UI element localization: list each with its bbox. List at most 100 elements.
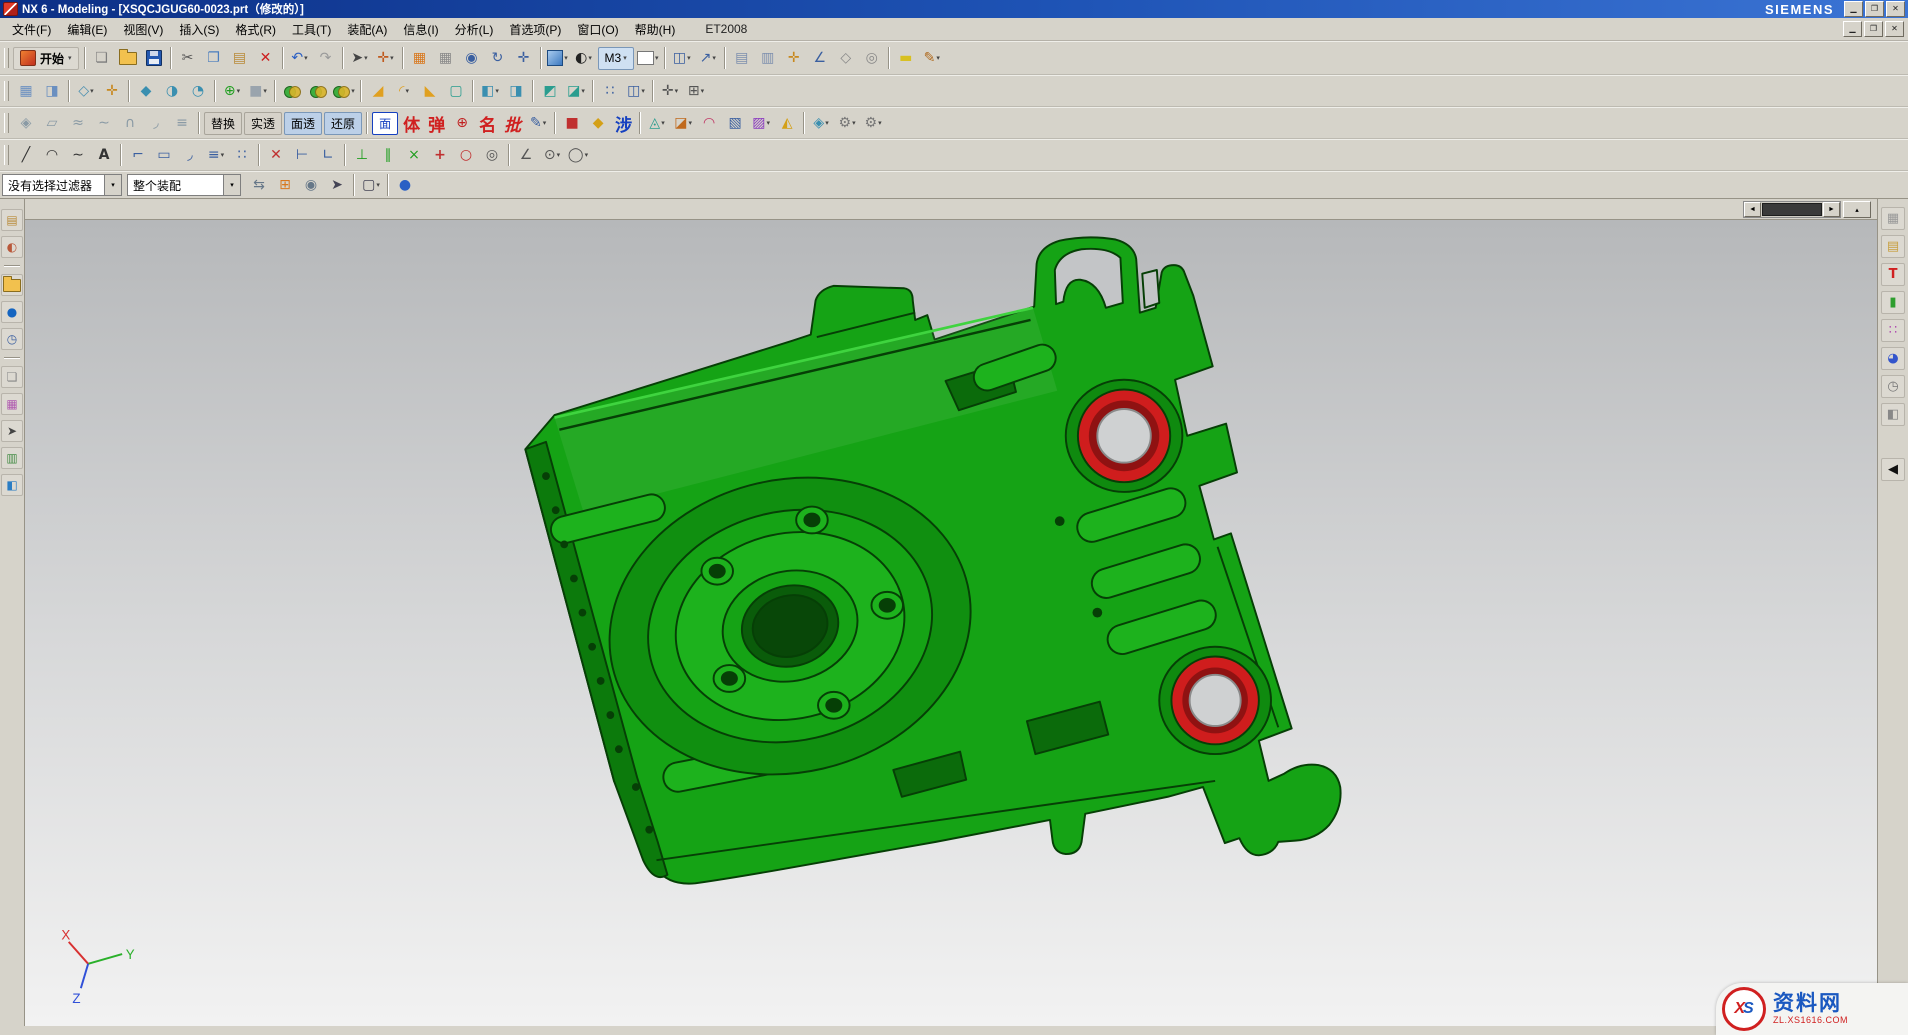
- dropdown-arrow-icon[interactable]: ▾: [405, 88, 409, 95]
- dropdown-arrow-icon[interactable]: ▾: [221, 152, 225, 159]
- dropdown-arrow-icon[interactable]: ▾: [701, 88, 705, 95]
- details-icon[interactable]: ▥: [1, 447, 23, 469]
- offset-curve-icon[interactable]: ≡▾: [203, 142, 229, 168]
- draft-analysis-icon[interactable]: ◭: [774, 110, 800, 136]
- snap-point-icon[interactable]: ✛▾: [373, 45, 399, 71]
- sew-icon[interactable]: ◪▾: [563, 78, 589, 104]
- delete-icon[interactable]: ✕: [253, 45, 279, 71]
- menu-information[interactable]: 信息(I): [395, 19, 446, 40]
- n-sided-surface-icon[interactable]: ∩: [117, 110, 143, 136]
- assembly-clipboard-icon[interactable]: ▤: [1, 209, 23, 231]
- red-hole-bottom[interactable]: [1159, 647, 1271, 754]
- red-block-icon[interactable]: ■: [559, 110, 585, 136]
- menu-preferences[interactable]: 首选项(P): [501, 19, 569, 40]
- scroll-left-icon[interactable]: ◄: [1744, 202, 1761, 217]
- transform-icon[interactable]: ↗▾: [695, 45, 721, 71]
- dropdown-arrow-icon[interactable]: ▾: [263, 88, 267, 95]
- menu-edit[interactable]: 编辑(E): [59, 19, 115, 40]
- angle-dimension-icon[interactable]: ∠: [513, 142, 539, 168]
- spline-icon[interactable]: ∼: [65, 142, 91, 168]
- datum-csys-icon[interactable]: ✛: [99, 78, 125, 104]
- intersection-point-icon[interactable]: ◎: [479, 142, 505, 168]
- dropdown-arrow-icon[interactable]: ▾: [712, 55, 716, 62]
- pattern-grid-icon[interactable]: ⊞▾: [683, 78, 709, 104]
- through-curves-icon[interactable]: ≈: [65, 110, 91, 136]
- dropdown-arrow-icon[interactable]: ▾: [557, 152, 561, 159]
- wcs-dynamic-icon[interactable]: ⊕: [449, 110, 475, 136]
- pattern-feature-icon[interactable]: ∷: [597, 78, 623, 104]
- face-translucent-button[interactable]: 面透: [284, 112, 322, 135]
- toolbar-grip[interactable]: [4, 48, 9, 68]
- red-hole-top[interactable]: [1066, 380, 1183, 492]
- horizontal-scrollbar[interactable]: ◄ ►: [1743, 201, 1841, 218]
- pointer-icon[interactable]: ➤: [1, 420, 23, 442]
- materials-icon[interactable]: ◧: [1, 474, 23, 496]
- scroll-right-icon[interactable]: ►: [1823, 202, 1840, 217]
- menu-window[interactable]: 窗口(O): [569, 19, 626, 40]
- subtract-icon[interactable]: [305, 78, 331, 104]
- object-display-icon[interactable]: ◇: [833, 45, 859, 71]
- maximize-button[interactable]: ❐: [1865, 1, 1884, 17]
- selection-tool-icon[interactable]: ➤▾: [347, 45, 373, 71]
- restore-button[interactable]: 还原: [324, 112, 362, 135]
- history-tab-icon[interactable]: ◷: [1881, 375, 1905, 398]
- part-model[interactable]: [525, 237, 1340, 883]
- solid-translucent-button[interactable]: 实透: [244, 112, 282, 135]
- shaded-view-icon[interactable]: ▾: [545, 45, 571, 71]
- point-icon[interactable]: +: [427, 142, 453, 168]
- dropdown-arrow-icon[interactable]: ▾: [852, 120, 856, 127]
- dropdown-arrow-icon[interactable]: ▾: [304, 55, 308, 62]
- pan-icon[interactable]: ✛: [511, 45, 537, 71]
- redo-icon[interactable]: ↷: [313, 45, 339, 71]
- angle-snap-icon[interactable]: ∠: [807, 45, 833, 71]
- background-swatch[interactable]: ▾: [635, 45, 661, 71]
- curvature-analysis-icon[interactable]: ◠: [696, 110, 722, 136]
- quick-trim-icon[interactable]: ✕: [263, 142, 289, 168]
- dropdown-arrow-icon[interactable]: ▾: [641, 88, 645, 95]
- graphics-window[interactable]: X Y Z: [25, 220, 1877, 1026]
- cut-icon[interactable]: ✂: [175, 45, 201, 71]
- reuse-dot-icon[interactable]: ●: [1, 301, 23, 323]
- toolbar-grip[interactable]: [4, 113, 9, 133]
- dropdown-arrow-icon[interactable]: ▾: [351, 88, 355, 95]
- intersect-icon[interactable]: ▾: [331, 78, 357, 104]
- layer-settings-icon[interactable]: ▤: [729, 45, 755, 71]
- doc-restore-button[interactable]: ❐: [1864, 21, 1883, 37]
- dropdown-arrow-icon[interactable]: ▾: [495, 88, 499, 95]
- part-navigator-tab-icon[interactable]: T: [1881, 263, 1905, 286]
- close-button[interactable]: ✕: [1886, 1, 1905, 17]
- start-button[interactable]: 开始▾: [13, 47, 79, 70]
- replace-button[interactable]: 替换: [204, 112, 242, 135]
- dropdown-arrow-icon[interactable]: ▾: [675, 88, 679, 95]
- ellipse-icon[interactable]: ○: [453, 142, 479, 168]
- rectangle-icon[interactable]: ▭: [151, 142, 177, 168]
- scrollbar-corner[interactable]: ▴: [1843, 201, 1871, 218]
- measure-icon[interactable]: ▬: [893, 45, 919, 71]
- block-icon[interactable]: ■▾: [245, 78, 271, 104]
- selection-scope-combo[interactable]: 整个装配▾: [127, 174, 241, 196]
- rendering-style-icon[interactable]: ◐▾: [571, 45, 597, 71]
- dropdown-arrow-icon[interactable]: ▾: [564, 55, 568, 62]
- chamfer-icon[interactable]: ◣: [417, 78, 443, 104]
- gear-tools-icon[interactable]: ⚙▾: [834, 110, 860, 136]
- examine-geometry-icon[interactable]: ◈▾: [808, 110, 834, 136]
- reflection-analysis-icon[interactable]: ▧: [722, 110, 748, 136]
- parallel-constraint-icon[interactable]: ∥: [375, 142, 401, 168]
- sketch-icon[interactable]: ▦: [13, 78, 39, 104]
- profile-icon[interactable]: ⌐: [125, 142, 151, 168]
- folder-icon[interactable]: [1, 274, 23, 296]
- grid-display-icon[interactable]: ▦: [433, 45, 459, 71]
- ruled-surface-icon[interactable]: ▱: [39, 110, 65, 136]
- fillet-icon[interactable]: ◞: [177, 142, 203, 168]
- add-selection-icon[interactable]: ⊞: [272, 172, 298, 198]
- dropdown-arrow-icon[interactable]: ▾: [688, 120, 692, 127]
- menu-insert[interactable]: 插入(S): [171, 19, 227, 40]
- title-bar[interactable]: NX 6 - Modeling - [XSQCJGUG60-0023.prt（修…: [0, 0, 1908, 18]
- scrollbar-thumb[interactable]: [1762, 203, 1822, 216]
- datum-plane-icon[interactable]: ◇▾: [73, 78, 99, 104]
- swept-surface-icon[interactable]: ∼: [91, 110, 117, 136]
- paste-icon[interactable]: ▤: [227, 45, 253, 71]
- show-hide-icon[interactable]: ◎: [859, 45, 885, 71]
- doc-close-button[interactable]: ✕: [1885, 21, 1904, 37]
- menu-format[interactable]: 格式(R): [227, 19, 284, 40]
